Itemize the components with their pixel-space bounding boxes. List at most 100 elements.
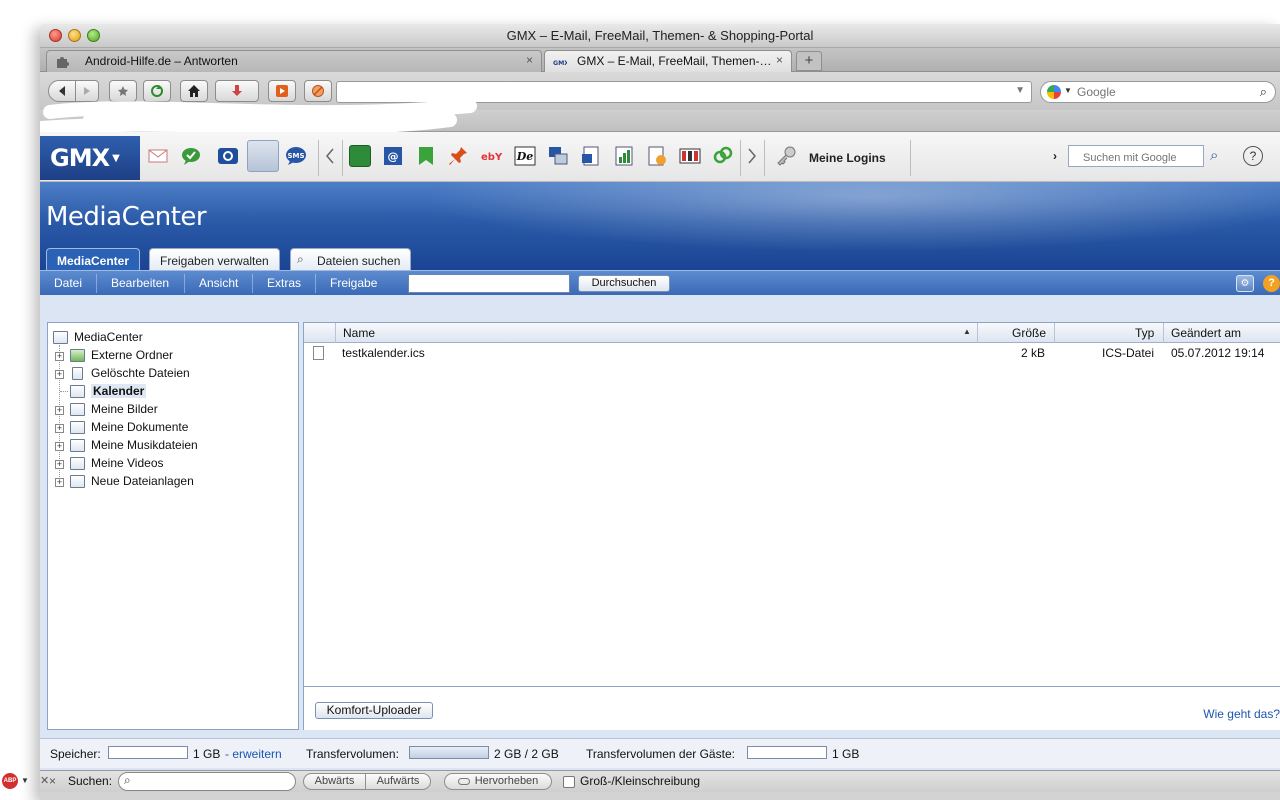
browser-tab-label: Android-Hilfe.de – Antworten [85, 54, 238, 68]
link-icon[interactable] [712, 145, 734, 167]
find-previous-button[interactable]: Abwärts [303, 773, 366, 790]
download-icon [232, 85, 242, 96]
tree-label: Externe Ordner [91, 348, 174, 362]
chevron-right-icon[interactable]: › [1053, 149, 1057, 163]
ebay-icon[interactable]: ebY [480, 145, 506, 167]
at-icon[interactable]: @ [382, 145, 404, 167]
expand-icon[interactable]: + [55, 442, 64, 451]
my-logins-button[interactable]: Meine Logins [809, 151, 886, 165]
search-icon[interactable]: ⌕ [1210, 147, 1218, 164]
calculator-icon[interactable] [679, 145, 701, 167]
highlight-icon [457, 778, 470, 785]
toolbar-divider [740, 140, 741, 176]
tab-freigaben-verwalten[interactable]: Freigaben verwalten [149, 248, 280, 270]
gmx-logo-menu[interactable]: GMX ▼ [40, 136, 140, 180]
search-button[interactable]: Durchsuchen [578, 275, 670, 292]
expand-icon[interactable]: + [55, 370, 64, 379]
forward-button[interactable] [75, 80, 99, 102]
menu-extras[interactable]: Extras [267, 276, 301, 290]
column-header-size[interactable]: Größe [1012, 326, 1046, 340]
komfort-uploader-button[interactable]: Komfort-Uploader [315, 702, 433, 719]
close-icon[interactable]: × [526, 53, 533, 67]
bookmark-icon[interactable] [415, 145, 437, 167]
guest-transfer-meter [747, 746, 827, 759]
table-row[interactable]: testkalender.ics 2 kB ICS-Datei 05.07.20… [304, 343, 1280, 363]
chevron-down-icon[interactable]: ▼ [1015, 85, 1025, 96]
expand-storage-link[interactable]: - erweitern [225, 747, 282, 761]
gmx-search-input[interactable] [1068, 145, 1204, 167]
tab-mediacenter[interactable]: MediaCenter [46, 248, 141, 270]
adblock-icon[interactable]: ABP [2, 773, 18, 789]
help-button[interactable]: ? [1243, 146, 1263, 166]
menu-ansicht[interactable]: Ansicht [199, 276, 238, 290]
file-search-input[interactable] [408, 274, 570, 293]
menu-divider [252, 274, 253, 293]
transfer-label: Transfervolumen: [306, 747, 399, 761]
downloads-button[interactable] [215, 80, 259, 102]
back-button[interactable] [48, 80, 76, 102]
settings-icon[interactable]: ⚙ [1236, 275, 1254, 292]
translate-icon[interactable] [547, 145, 569, 167]
help-link[interactable]: Wie geht das? [1203, 707, 1280, 721]
column-header-modified[interactable]: Geändert am [1171, 326, 1241, 340]
word-icon[interactable] [580, 145, 602, 167]
browser-tab-bar: Android-Hilfe.de – Antworten × GMX GMX –… [40, 48, 1280, 72]
close-icon[interactable]: × [776, 53, 783, 67]
document-folder-icon [70, 421, 85, 434]
url-bar[interactable]: ▼ [336, 81, 1032, 103]
tab-dateien-suchen[interactable]: ⌕ Dateien suchen [290, 248, 412, 270]
home-icon [188, 85, 200, 97]
find-next-button[interactable]: Aufwärts [365, 773, 431, 790]
app-menu-bar: Datei Bearbeiten Ansicht Extras Freigabe… [40, 270, 1280, 295]
camera-icon[interactable] [217, 145, 239, 167]
chevron-right-icon[interactable] [746, 145, 758, 167]
cube-icon[interactable] [646, 145, 668, 167]
search-icon[interactable]: ⌕ [1260, 84, 1267, 100]
chevron-down-icon[interactable]: ▼ [1064, 86, 1072, 95]
new-tab-button[interactable]: + [796, 51, 822, 71]
browser-tab-android-hilfe[interactable]: Android-Hilfe.de – Antworten × [46, 50, 542, 72]
mediacenter-icon[interactable] [247, 140, 279, 172]
blocker-button[interactable] [304, 80, 332, 102]
web-search-box[interactable]: ▼ ⌕ [1040, 81, 1276, 103]
navigation-toolbar: ▼ ▼ ⌕ [40, 72, 1280, 110]
menu-freigabe[interactable]: Freigabe [330, 276, 377, 290]
bookmark-button[interactable] [109, 80, 137, 102]
chat-icon[interactable] [180, 145, 202, 167]
chevron-down-icon[interactable]: ▼ [21, 776, 29, 785]
web-search-input[interactable] [1077, 85, 1247, 99]
help-icon[interactable]: ? [1263, 275, 1280, 292]
svg-text:GMX: GMX [553, 60, 567, 67]
toolbar-divider [764, 140, 765, 176]
chevron-left-icon[interactable] [324, 145, 336, 167]
expand-icon[interactable]: + [55, 424, 64, 433]
de-icon[interactable]: De [514, 145, 536, 167]
browser-tab-gmx[interactable]: GMX GMX – E-Mail, FreeMail, Themen-… × [544, 50, 792, 72]
notebook-icon[interactable] [349, 145, 371, 167]
home-button[interactable] [180, 80, 208, 102]
pin-icon[interactable] [447, 145, 469, 167]
expand-icon[interactable]: + [55, 352, 64, 361]
reload-button[interactable] [143, 80, 171, 102]
expand-icon[interactable]: + [55, 478, 64, 487]
close-icon[interactable]: ✕ [40, 774, 49, 787]
window-title: GMX – E-Mail, FreeMail, Themen- & Shoppi… [506, 28, 814, 43]
menu-bearbeiten[interactable]: Bearbeiten [111, 276, 169, 290]
close-icon[interactable]: × [49, 774, 56, 788]
media-button[interactable] [268, 80, 296, 102]
highlight-all-button[interactable]: Hervorheben [444, 773, 552, 790]
menu-datei[interactable]: Datei [54, 276, 82, 290]
expand-icon[interactable]: + [55, 406, 64, 415]
column-divider [335, 323, 336, 343]
storage-meter [108, 746, 188, 759]
expand-icon[interactable]: + [55, 460, 64, 469]
chart-icon[interactable] [613, 145, 635, 167]
sms-icon[interactable]: SMS [285, 145, 307, 167]
column-header-type[interactable]: Typ [1135, 326, 1154, 340]
find-input[interactable] [118, 772, 296, 791]
column-header-name[interactable]: Name [343, 326, 375, 340]
attachment-folder-icon [70, 475, 85, 488]
mail-icon[interactable] [147, 145, 169, 167]
key-icon[interactable] [775, 145, 797, 167]
match-case-checkbox[interactable] [563, 776, 575, 788]
